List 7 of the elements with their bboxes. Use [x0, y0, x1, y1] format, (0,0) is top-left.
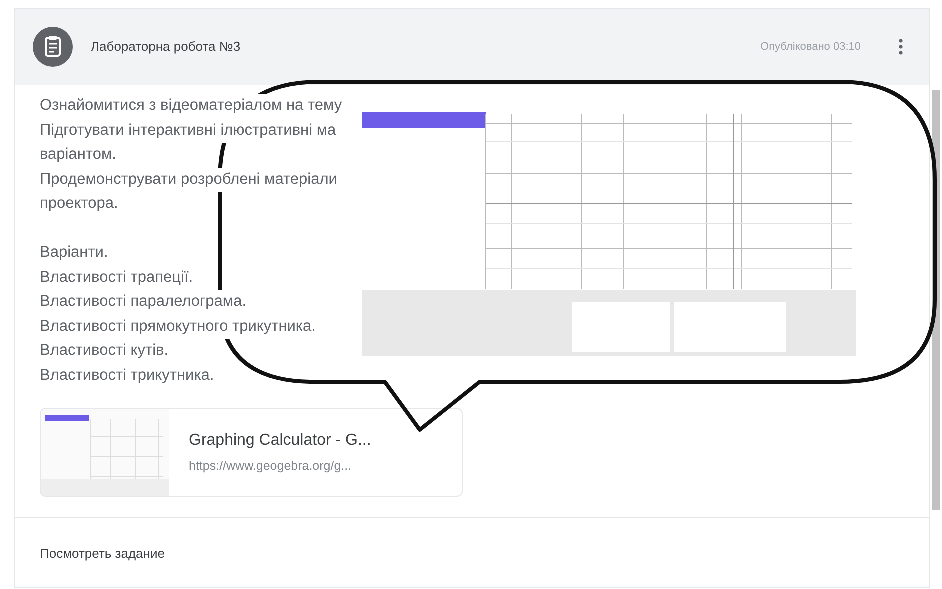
attachment-url: https://www.geogebra.org/g... [189, 458, 353, 476]
published-time: Опубліковано 03:10 [760, 40, 861, 55]
attachment-card[interactable]: Graphing Calculator - G... https://www.geogebra.org/g... [40, 408, 463, 497]
assignment-title: Лабораторна робота №3 [91, 38, 242, 56]
assignment-icon [33, 27, 73, 67]
attachment-title[interactable]: Graphing Calculator - G... [189, 429, 372, 454]
view-assignment-link[interactable]: Посмотреть задание [40, 546, 165, 561]
